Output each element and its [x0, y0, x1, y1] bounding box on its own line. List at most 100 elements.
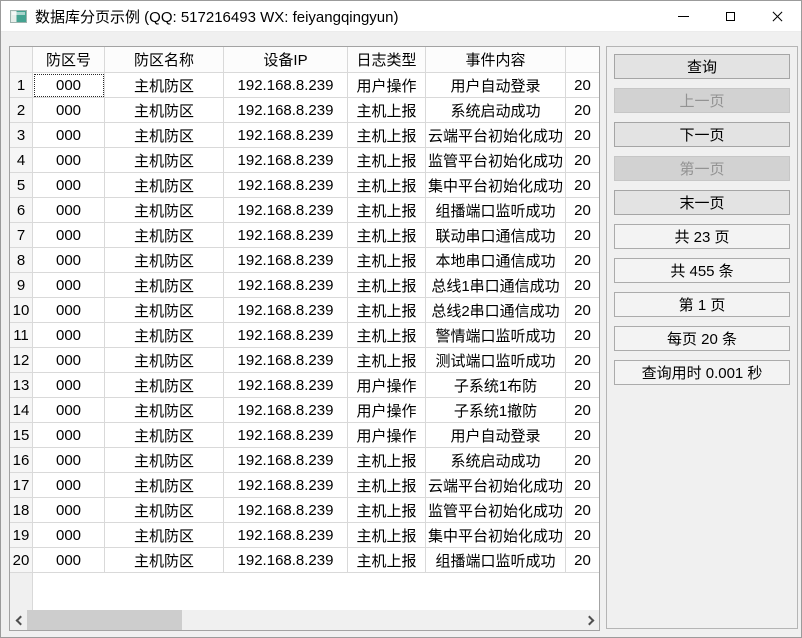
cell-timestamp-clipped[interactable]: 20 [566, 548, 599, 573]
cell-zone-name[interactable]: 主机防区 [105, 73, 224, 98]
cell-event-content[interactable]: 测试端口监听成功 [426, 348, 566, 373]
row-number[interactable]: 11 [10, 323, 33, 348]
cell-device-ip[interactable]: 192.168.8.239 [224, 373, 348, 398]
cell-device-ip[interactable]: 192.168.8.239 [224, 448, 348, 473]
cell-timestamp-clipped[interactable]: 20 [566, 123, 599, 148]
scrollbar-track[interactable] [27, 610, 582, 630]
cell-timestamp-clipped[interactable]: 20 [566, 373, 599, 398]
cell-timestamp-clipped[interactable]: 20 [566, 398, 599, 423]
cell-zone-name[interactable]: 主机防区 [105, 348, 224, 373]
cell-timestamp-clipped[interactable]: 20 [566, 223, 599, 248]
cell-log-type[interactable]: 主机上报 [348, 173, 426, 198]
row-number[interactable]: 1 [10, 73, 33, 98]
cell-log-type[interactable]: 主机上报 [348, 523, 426, 548]
cell-log-type[interactable]: 主机上报 [348, 98, 426, 123]
scroll-left-button[interactable] [10, 610, 27, 630]
cell-timestamp-clipped[interactable]: 20 [566, 273, 599, 298]
cell-timestamp-clipped[interactable]: 20 [566, 73, 599, 98]
cell-log-type[interactable]: 主机上报 [348, 448, 426, 473]
cell-zone-code[interactable]: 000 [33, 73, 105, 98]
cell-timestamp-clipped[interactable]: 20 [566, 298, 599, 323]
cell-zone-name[interactable]: 主机防区 [105, 98, 224, 123]
cell-device-ip[interactable]: 192.168.8.239 [224, 248, 348, 273]
cell-event-content[interactable]: 本地串口通信成功 [426, 248, 566, 273]
cell-zone-code[interactable]: 000 [33, 398, 105, 423]
row-number[interactable]: 12 [10, 348, 33, 373]
cell-zone-name[interactable]: 主机防区 [105, 123, 224, 148]
cell-device-ip[interactable]: 192.168.8.239 [224, 173, 348, 198]
row-number[interactable]: 16 [10, 448, 33, 473]
scrollbar-thumb[interactable] [27, 610, 182, 630]
close-button[interactable] [754, 1, 801, 31]
cell-zone-code[interactable]: 000 [33, 123, 105, 148]
cell-zone-code[interactable]: 000 [33, 473, 105, 498]
row-number[interactable]: 7 [10, 223, 33, 248]
scroll-right-button[interactable] [582, 610, 599, 630]
cell-timestamp-clipped[interactable]: 20 [566, 498, 599, 523]
cell-event-content[interactable]: 云端平台初始化成功 [426, 473, 566, 498]
cell-zone-name[interactable]: 主机防区 [105, 523, 224, 548]
cell-timestamp-clipped[interactable]: 20 [566, 323, 599, 348]
previous-page-button[interactable]: 上一页 [614, 88, 790, 113]
cell-device-ip[interactable]: 192.168.8.239 [224, 73, 348, 98]
column-header-zone-name[interactable]: 防区名称 [105, 47, 224, 73]
cell-log-type[interactable]: 用户操作 [348, 373, 426, 398]
cell-event-content[interactable]: 子系统1撤防 [426, 398, 566, 423]
row-number[interactable]: 10 [10, 298, 33, 323]
cell-event-content[interactable]: 用户自动登录 [426, 423, 566, 448]
row-number[interactable]: 5 [10, 173, 33, 198]
cell-zone-name[interactable]: 主机防区 [105, 548, 224, 573]
cell-event-content[interactable]: 监管平台初始化成功 [426, 498, 566, 523]
cell-log-type[interactable]: 主机上报 [348, 148, 426, 173]
cell-timestamp-clipped[interactable]: 20 [566, 448, 599, 473]
cell-zone-name[interactable]: 主机防区 [105, 423, 224, 448]
cell-timestamp-clipped[interactable]: 20 [566, 523, 599, 548]
cell-device-ip[interactable]: 192.168.8.239 [224, 273, 348, 298]
cell-log-type[interactable]: 主机上报 [348, 323, 426, 348]
cell-timestamp-clipped[interactable]: 20 [566, 248, 599, 273]
cell-timestamp-clipped[interactable]: 20 [566, 423, 599, 448]
cell-log-type[interactable]: 主机上报 [348, 273, 426, 298]
row-number[interactable]: 18 [10, 498, 33, 523]
cell-device-ip[interactable]: 192.168.8.239 [224, 123, 348, 148]
column-header-log-type[interactable]: 日志类型 [348, 47, 426, 73]
cell-zone-name[interactable]: 主机防区 [105, 148, 224, 173]
cell-device-ip[interactable]: 192.168.8.239 [224, 398, 348, 423]
cell-device-ip[interactable]: 192.168.8.239 [224, 548, 348, 573]
cell-timestamp-clipped[interactable]: 20 [566, 173, 599, 198]
cell-event-content[interactable]: 用户自动登录 [426, 73, 566, 98]
maximize-button[interactable] [707, 1, 754, 31]
corner-header-cell[interactable] [10, 47, 33, 73]
cell-timestamp-clipped[interactable]: 20 [566, 473, 599, 498]
cell-event-content[interactable]: 监管平台初始化成功 [426, 148, 566, 173]
column-header-timestamp-clipped[interactable] [566, 47, 599, 73]
row-number[interactable]: 4 [10, 148, 33, 173]
cell-log-type[interactable]: 主机上报 [348, 123, 426, 148]
title-bar[interactable]: 数据库分页示例 (QQ: 517216493 WX: feiyangqingyu… [1, 1, 801, 32]
cell-device-ip[interactable]: 192.168.8.239 [224, 473, 348, 498]
first-page-button[interactable]: 第一页 [614, 156, 790, 181]
next-page-button[interactable]: 下一页 [614, 122, 790, 147]
cell-timestamp-clipped[interactable]: 20 [566, 198, 599, 223]
cell-device-ip[interactable]: 192.168.8.239 [224, 323, 348, 348]
cell-zone-name[interactable]: 主机防区 [105, 298, 224, 323]
cell-log-type[interactable]: 用户操作 [348, 423, 426, 448]
row-number[interactable]: 2 [10, 98, 33, 123]
cell-device-ip[interactable]: 192.168.8.239 [224, 523, 348, 548]
cell-zone-code[interactable]: 000 [33, 223, 105, 248]
cell-log-type[interactable]: 主机上报 [348, 248, 426, 273]
minimize-button[interactable] [660, 1, 707, 31]
cell-device-ip[interactable]: 192.168.8.239 [224, 423, 348, 448]
cell-event-content[interactable]: 集中平台初始化成功 [426, 173, 566, 198]
cell-zone-name[interactable]: 主机防区 [105, 248, 224, 273]
cell-device-ip[interactable]: 192.168.8.239 [224, 198, 348, 223]
cell-zone-code[interactable]: 000 [33, 448, 105, 473]
cell-log-type[interactable]: 主机上报 [348, 348, 426, 373]
cell-event-content[interactable]: 系统启动成功 [426, 98, 566, 123]
cell-event-content[interactable]: 总线2串口通信成功 [426, 298, 566, 323]
cell-device-ip[interactable]: 192.168.8.239 [224, 98, 348, 123]
row-number[interactable]: 20 [10, 548, 33, 573]
cell-event-content[interactable]: 联动串口通信成功 [426, 223, 566, 248]
cell-zone-name[interactable]: 主机防区 [105, 273, 224, 298]
cell-zone-code[interactable]: 000 [33, 423, 105, 448]
